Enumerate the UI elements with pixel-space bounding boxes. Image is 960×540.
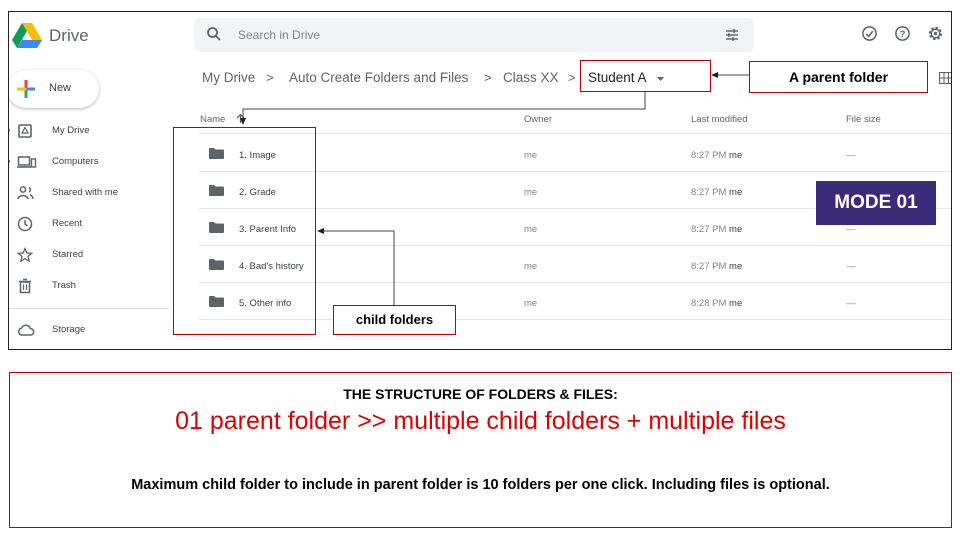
info-heading: THE STRUCTURE OF FOLDERS & FILES: bbox=[343, 386, 618, 402]
info-main-text: 01 parent folder >> multiple child folde… bbox=[175, 407, 786, 435]
structure-info-panel: THE STRUCTURE OF FOLDERS & FILES: 01 par… bbox=[9, 372, 952, 528]
drive-screenshot: Drive Search in Drive ? New My Drive Com… bbox=[8, 11, 952, 350]
annotation-arrows bbox=[240, 72, 749, 305]
info-note: Maximum child folder to include in paren… bbox=[131, 477, 830, 493]
